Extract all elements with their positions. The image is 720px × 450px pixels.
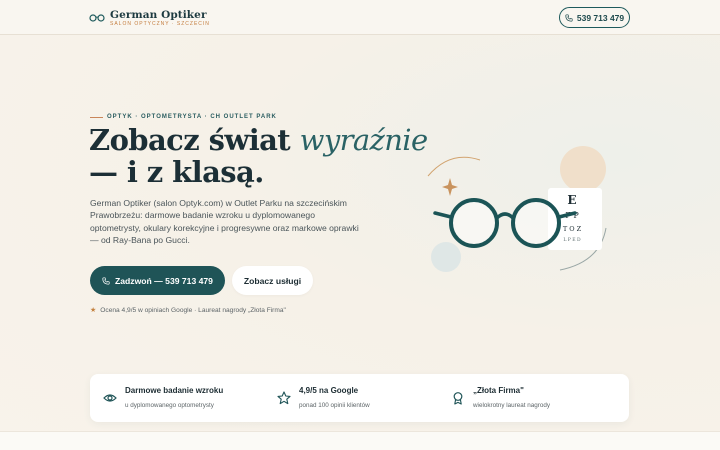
decor-circle-tan xyxy=(560,146,606,192)
site-header: German Optiker SALON OPTYCZNY · SZCZECIN… xyxy=(0,0,720,35)
phone-icon xyxy=(102,276,110,285)
rating-note: ★ Ocena 4,9/5 w opiniach Google · Laurea… xyxy=(90,306,286,315)
eye-chart-row-4: L P E D xyxy=(563,237,581,243)
glasses-illustration: E F P T O Z L P E D xyxy=(427,146,607,272)
feature-golden-company: „Złota Firma" wielokrotny laureat nagrod… xyxy=(451,384,550,409)
next-section-edge xyxy=(0,431,720,450)
hero-eyebrow: OPTYK · OPTOMETRYSTA · CH OUTLET PARK xyxy=(90,114,277,120)
eye-chart-row-3: T O Z xyxy=(563,225,582,233)
headline-part-1: Zobacz świat xyxy=(89,123,300,157)
feature-free-eye-exam: Darmowe badanie wzroku u dyplomowanego o… xyxy=(103,384,223,409)
brand-name[interactable]: German Optiker xyxy=(110,9,207,21)
call-cta-label: Zadzwoń — 539 713 479 xyxy=(115,275,213,286)
phone-icon xyxy=(565,13,573,22)
eyebrow-text: OPTYK · OPTOMETRYSTA · CH OUTLET PARK xyxy=(107,114,277,120)
decor-circle-blue xyxy=(431,242,461,272)
feature-subtitle: ponad 100 opinii klientów xyxy=(299,402,370,409)
header-phone-number: 539 713 479 xyxy=(576,12,625,23)
star-icon: ★ xyxy=(90,307,97,314)
eyebrow-divider xyxy=(90,116,103,118)
feature-subtitle: wielokrotny laureat nagrody xyxy=(473,402,551,409)
eyeglasses-icon xyxy=(433,198,577,248)
call-cta-button[interactable]: Zadzwoń — 539 713 479 xyxy=(90,266,225,295)
headline-part-2: — i z klasą. xyxy=(89,155,264,189)
features-card: Darmowe badanie wzroku u dyplomowanego o… xyxy=(90,374,629,422)
rating-text: Ocena 4,9/5 w opiniach Google · Laureat … xyxy=(100,306,286,314)
hero-headline: Zobacz świat wyraźnie — i z klasą. xyxy=(89,124,428,188)
page: German Optiker SALON OPTYCZNY · SZCZECIN… xyxy=(0,0,720,450)
eye-chart-row-1: E xyxy=(567,193,576,207)
feature-title: „Złota Firma" xyxy=(473,386,524,395)
services-button[interactable]: Zobacz usługi xyxy=(232,266,313,295)
feature-subtitle: u dyplomowanego optometrysty xyxy=(125,402,214,409)
hero-lead: German Optiker (salon Optyk.com) w Outle… xyxy=(90,198,359,245)
brand-tagline: SALON OPTYCZNY · SZCZECIN xyxy=(110,21,210,27)
header-phone-button[interactable]: 539 713 479 xyxy=(559,7,630,28)
decor-arc-top xyxy=(427,156,481,177)
glasses-logo-icon xyxy=(89,14,105,22)
star-icon xyxy=(277,391,291,405)
feature-google-rating: 4,9/5 na Google ponad 100 opinii klientó… xyxy=(277,384,370,409)
sparkle-icon xyxy=(442,178,458,196)
award-icon xyxy=(453,392,463,405)
headline-accent: wyraźnie xyxy=(299,123,429,157)
feature-title: Darmowe badanie wzroku xyxy=(125,386,224,395)
services-button-label: Zobacz usługi xyxy=(243,275,302,286)
eye-icon xyxy=(103,394,117,402)
feature-title: 4,9/5 na Google xyxy=(299,386,359,395)
